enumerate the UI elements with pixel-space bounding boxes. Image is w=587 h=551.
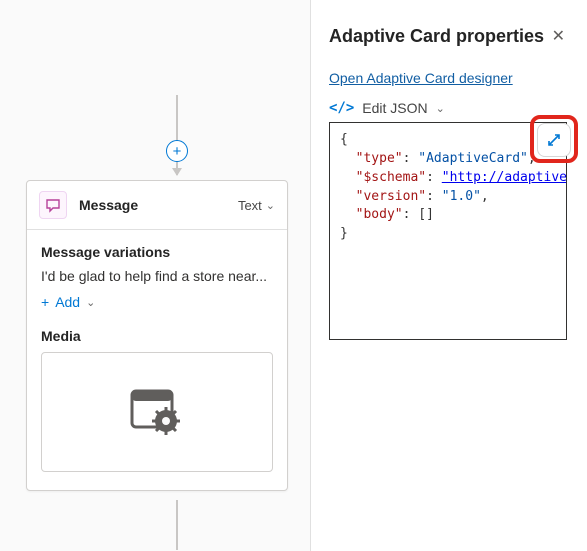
node-title: Message (79, 197, 226, 213)
add-node-button[interactable]: + (166, 140, 188, 162)
flow-canvas: + Message Text ⌄ Message variations I'd … (0, 0, 310, 551)
json-text: { (340, 132, 348, 147)
expand-icon (546, 132, 562, 148)
code-icon: </> (329, 100, 354, 116)
edit-json-dropdown[interactable]: </> Edit JSON ⌄ (329, 100, 569, 116)
message-icon (39, 191, 67, 219)
json-text: : (426, 189, 442, 204)
json-text: , (481, 189, 489, 204)
chevron-down-icon: ⌄ (266, 199, 275, 212)
arrow-down-icon (172, 168, 182, 176)
json-text: "body" (356, 207, 403, 222)
chevron-down-icon: ⌄ (436, 102, 445, 115)
message-node[interactable]: Message Text ⌄ Message variations I'd be… (26, 180, 288, 491)
json-text: } (340, 226, 348, 241)
plus-icon: + (173, 144, 182, 159)
json-text: "AdaptiveCard" (418, 151, 528, 166)
edit-json-label: Edit JSON (362, 100, 427, 116)
type-dropdown[interactable]: Text ⌄ (238, 198, 275, 213)
close-button[interactable]: ✕ (548, 22, 569, 50)
open-designer-link[interactable]: Open Adaptive Card designer (329, 70, 513, 86)
media-settings-icon (128, 387, 186, 437)
json-text: [] (418, 207, 434, 222)
json-text: "$schema" (356, 170, 426, 185)
json-editor[interactable]: { "type": "AdaptiveCard", "$schema": "ht… (329, 122, 567, 340)
json-text: : (426, 170, 442, 185)
json-schema-link[interactable]: "http://adaptivecards.i (442, 170, 567, 185)
variation-text[interactable]: I'd be glad to help find a store near... (41, 268, 273, 284)
variations-heading: Message variations (41, 244, 273, 260)
chevron-down-icon: ⌄ (86, 296, 95, 309)
json-text: "type" (356, 151, 403, 166)
panel-title: Adaptive Card properties (329, 26, 544, 47)
add-variation-button[interactable]: + Add ⌄ (41, 294, 95, 310)
add-label: Add (55, 294, 80, 310)
media-placeholder[interactable] (41, 352, 273, 472)
json-text: "1.0" (442, 189, 481, 204)
connector-line (176, 95, 178, 175)
connector-line (176, 500, 178, 550)
json-text: , (528, 151, 536, 166)
json-text: "version" (356, 189, 426, 204)
json-text: : (403, 151, 419, 166)
node-header: Message Text ⌄ (27, 181, 287, 230)
media-heading: Media (41, 328, 273, 344)
expand-editor-button[interactable] (537, 123, 571, 157)
properties-panel: Adaptive Card properties ✕ Open Adaptive… (310, 0, 587, 551)
json-text: : (403, 207, 419, 222)
plus-icon: + (41, 294, 49, 310)
type-label: Text (238, 198, 262, 213)
